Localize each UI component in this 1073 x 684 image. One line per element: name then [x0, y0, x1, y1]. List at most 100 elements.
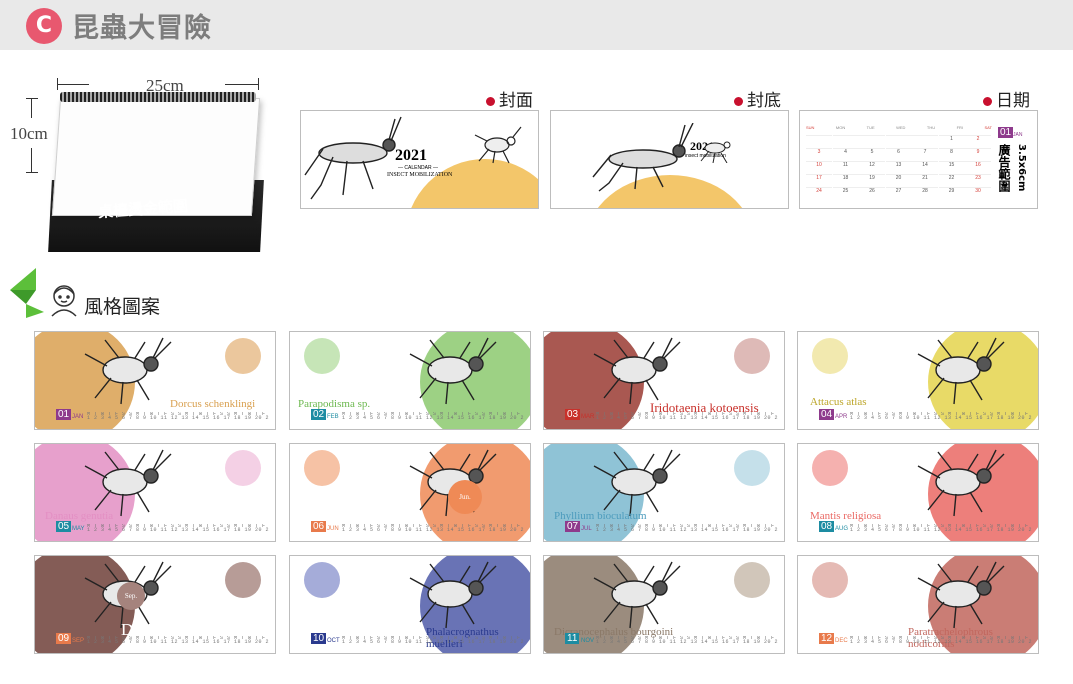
girl-avatar-icon: [51, 285, 77, 317]
day-number-row: 1 2 3 4 5 6 7 8 9 10 11 12 13 14 15 16 1…: [850, 527, 1032, 533]
decor-circle: [304, 450, 340, 486]
day-number-row: 1 2 3 4 5 6 7 8 9 10 11 12 13 14 15 16 1…: [342, 639, 524, 645]
month-number: 03: [565, 409, 581, 420]
style-card[interactable]: Dynastes hercules Sep. 09 SEP M T W T F S S …: [34, 555, 276, 654]
day-number-row: 1 2 3 4 5 6 7 8 9 10 11 12 13 14 15 16 1…: [850, 415, 1032, 421]
dim-line: [31, 98, 32, 118]
day-number-row: 1 2 3 4 5 6 7 8 9 10 11 12 13 14 15 16 1…: [596, 415, 778, 421]
section-badge: C: [26, 8, 62, 44]
cover-year: 2021: [395, 147, 427, 164]
date-cell: 13: [885, 161, 912, 173]
date-cell: 11: [832, 161, 859, 173]
spiral-binding: [60, 92, 256, 102]
style-card[interactable]: Attacus atlas 04 APR M T W T F S S M T W T …: [797, 331, 1039, 430]
weekday-label: MON: [835, 125, 846, 130]
date-strip: M T W T F S S M T W T F S S M T W T F S …: [87, 412, 269, 420]
month-name: OCT: [327, 638, 340, 644]
weekday-label: SAT: [984, 125, 992, 130]
date-preview: SUN MON TUE WED THU FRI SAT 1 2 3 4 5 6 7 8 9 10 11 12 13 1…: [799, 110, 1038, 209]
date-cell: 1: [938, 135, 965, 147]
day-number-row: 1 2 3 4 5 6 7 8 9 10 11 12 13 14 15 16 1…: [342, 415, 524, 421]
insect-name: Camponotus habereri: [310, 506, 405, 518]
month-number: 02: [311, 409, 327, 420]
weekday-label: THU: [926, 125, 936, 130]
month-number: 08: [819, 521, 835, 532]
style-card[interactable]: Danaus genutia 05 MAY M T W T F S S M T W T…: [34, 443, 276, 542]
date-cell: [885, 135, 912, 147]
style-card[interactable]: Iridotaenia kotoensis 03 MAR M T W T F S S …: [543, 331, 785, 430]
month-name: NOV: [581, 638, 595, 644]
decor-circle: [225, 338, 261, 374]
month-name: MAY: [72, 526, 85, 532]
insect-illustration-icon: [84, 337, 172, 405]
date-cell: 24: [806, 187, 832, 199]
date-cell: 25: [832, 187, 859, 199]
insect-illustration-icon: [409, 561, 497, 629]
style-card[interactable]: Dorcus schenklingi 01 JAN M T W T F S S M T…: [34, 331, 276, 430]
date-cell: 5: [859, 148, 885, 160]
month-number: 04: [819, 409, 835, 420]
month-name: JAN: [72, 414, 84, 420]
insect-name: Dorcus schenklingi: [170, 398, 256, 410]
date-cell: 21: [912, 174, 938, 186]
decor-circle: [225, 450, 261, 486]
date-cell: 2: [965, 135, 991, 147]
month-number: 06: [311, 521, 327, 532]
weekday-label: TUE: [866, 125, 875, 130]
red-dot-icon: [486, 96, 495, 106]
date-month-number: 01: [998, 127, 1014, 138]
date-strip: M T W T F S S M T W T F S S M T W T F S …: [596, 412, 778, 420]
insect-name: Attacus atlas: [810, 396, 867, 408]
weekday-label: FRI: [956, 125, 964, 130]
style-card[interactable]: Phyllium bioculatum 07 JUL M T W T F S S M …: [543, 443, 785, 542]
date-strip: M T W T F S S M T W T F S S M T W T F S …: [596, 524, 778, 532]
date-strip: M T W T F S S M T W T F S S M T W T F S …: [342, 524, 524, 532]
insect-illustration-icon: [593, 337, 681, 405]
month-name: DEC: [835, 638, 848, 644]
date-cell: 18: [832, 174, 859, 186]
dim-line: [57, 84, 89, 85]
month-number: 01: [56, 409, 72, 420]
beetle-icon: [474, 126, 522, 164]
date-cell: 4: [832, 148, 859, 160]
dim-line: [26, 172, 38, 173]
month-circle: Sep.: [117, 582, 145, 610]
day-number-row: 1 2 3 4 5 6 7 8 9 10 11 12 13 14 15 16 1…: [87, 527, 269, 533]
month-name: APR: [835, 414, 848, 420]
month-name: JUN: [327, 526, 339, 532]
date-cell: [832, 135, 859, 147]
month-number: 09: [56, 633, 72, 644]
date-grid: 1 2 3 4 5 6 7 8 9 10 11 12 13 14 15 16 17 18 19 20 21 22 23 24 2…: [806, 135, 992, 201]
month-name: MAR: [581, 414, 595, 420]
date-cell: [859, 135, 885, 147]
month-circle: Jun.: [448, 480, 482, 514]
month-name: JUL: [581, 526, 592, 532]
weekday-header: SUN MON TUE WED THU FRI SAT: [806, 125, 992, 135]
style-card[interactable]: Paratrachelophrous nodicornis 12 DEC M T W …: [797, 555, 1039, 654]
ad-area-size: 3.5x6cm: [1016, 144, 1027, 192]
style-card[interactable]: Parapodisma sp. 02 FEB M T W T F S S M T W …: [289, 331, 531, 430]
insect-illustration-icon: [917, 449, 1005, 517]
day-number-row: 1 2 3 4 5 6 7 8 9 10 11 12 13 14 15 16 1…: [850, 639, 1032, 645]
style-card[interactable]: Phalacrognathus muelleri 10 OCT M T W T F S…: [289, 555, 531, 654]
date-cell: [912, 135, 938, 147]
date-cell: 14: [912, 161, 938, 173]
desk-calendar-mockup: 桌檯燙金範圍: [48, 92, 265, 260]
date-strip: M T W T F S S M T W T F S S M T W T F S …: [850, 412, 1032, 420]
triangle-icon: [10, 268, 44, 318]
insect-illustration-icon: [593, 449, 681, 517]
back-preview: 2021 insect mobilization: [550, 110, 789, 209]
month-number: 05: [56, 521, 72, 532]
date-cell: 3: [806, 148, 832, 160]
date-strip: M T W T F S S M T W T F S S M T W T F S …: [850, 636, 1032, 644]
insect-name: Parapodisma sp.: [298, 398, 371, 410]
dim-line: [225, 84, 259, 85]
decor-circle: [304, 562, 340, 598]
month-number: 07: [565, 521, 581, 532]
style-card[interactable]: Mantis religiosa 08 AUG M T W T F S S M T W…: [797, 443, 1039, 542]
date-strip: M T W T F S S M T W T F S S M T W T F S …: [87, 636, 269, 644]
style-card[interactable]: Camponotus habereri Jun. 06 JUN M T W T F S …: [289, 443, 531, 542]
date-cell: 20: [885, 174, 912, 186]
style-card[interactable]: Dicranocephalus bourgoini 11 NOV M T W T F …: [543, 555, 785, 654]
day-number-row: 1 2 3 4 5 6 7 8 9 10 11 12 13 14 15 16 1…: [596, 527, 778, 533]
